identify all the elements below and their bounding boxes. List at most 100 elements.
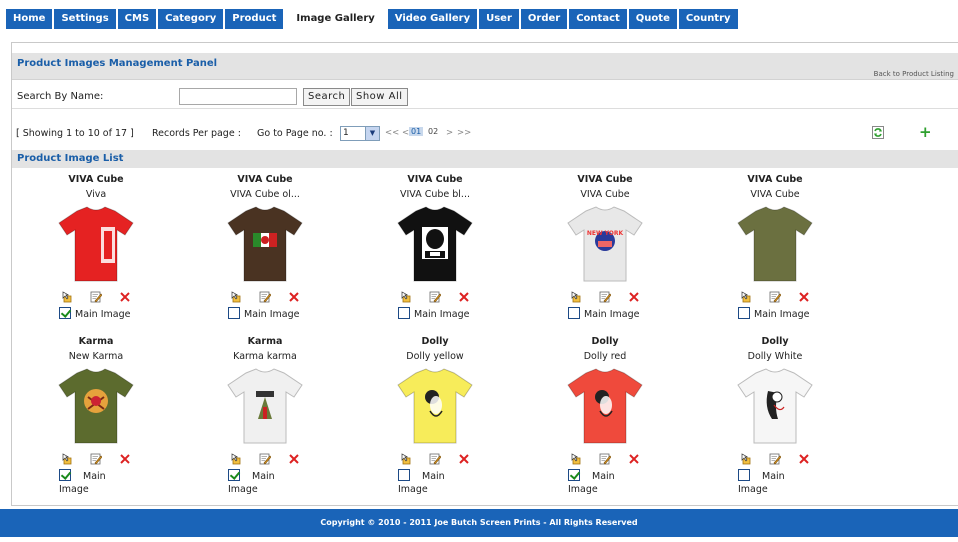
nav-tab-contact[interactable]: Contact — [569, 9, 627, 29]
delete-icon[interactable] — [119, 453, 131, 465]
edit-icon[interactable] — [429, 453, 441, 465]
product-name: Dolly — [591, 336, 619, 347]
move-icon[interactable] — [400, 291, 412, 303]
main-image-row: Main Image — [350, 307, 520, 321]
move-icon[interactable] — [61, 453, 73, 465]
image-caption: Dolly yellow — [406, 351, 464, 362]
tshirt-image[interactable] — [390, 367, 480, 447]
main-image-checkbox[interactable] — [228, 469, 240, 481]
delete-icon[interactable] — [628, 291, 640, 303]
delete-icon[interactable] — [798, 453, 810, 465]
move-icon[interactable] — [740, 291, 752, 303]
nav-tab-quote[interactable]: Quote — [628, 9, 677, 29]
product-image-card: Dolly Dolly yellow Main Image — [350, 335, 520, 495]
main-image-checkbox[interactable] — [738, 469, 750, 481]
nav-tab-cms[interactable]: CMS — [117, 9, 157, 29]
image-caption: VIVA Cube — [750, 189, 800, 200]
main-image-checkbox[interactable] — [738, 307, 750, 319]
image-caption: VIVA Cube — [580, 189, 630, 200]
delete-icon[interactable] — [288, 453, 300, 465]
plus-icon[interactable]: + — [919, 123, 932, 141]
edit-icon[interactable] — [90, 453, 102, 465]
image-caption: Dolly White — [747, 351, 803, 362]
nav-tab-user[interactable]: User — [479, 9, 519, 29]
main-image-checkbox[interactable] — [398, 307, 410, 319]
edit-icon[interactable] — [769, 453, 781, 465]
next-page-link[interactable]: > — [446, 128, 453, 138]
nav-tab-home[interactable]: Home — [6, 9, 53, 29]
move-icon[interactable] — [230, 453, 242, 465]
page-link-02[interactable]: 02 — [426, 127, 440, 136]
nav-tab-product[interactable]: Product — [225, 9, 284, 29]
tshirt-image[interactable] — [51, 367, 141, 447]
move-icon[interactable] — [570, 291, 582, 303]
delete-icon[interactable] — [628, 453, 640, 465]
move-icon[interactable] — [740, 453, 752, 465]
tshirt-image[interactable] — [220, 367, 310, 447]
tshirt-image[interactable] — [560, 367, 650, 447]
delete-icon[interactable] — [119, 291, 131, 303]
product-name: VIVA Cube — [68, 174, 124, 185]
main-image-label: Main Image — [568, 471, 615, 495]
panel-header: Product Images Management Panel Back to … — [12, 53, 958, 80]
main-image-label: Main Image — [59, 471, 106, 495]
main-image-checkbox[interactable] — [228, 307, 240, 319]
search-input[interactable] — [179, 88, 297, 105]
edit-icon[interactable] — [599, 291, 611, 303]
chevron-down-icon[interactable]: ▼ — [365, 127, 379, 140]
search-row: Search By Name: Search Show All — [17, 87, 958, 107]
tshirt-image[interactable] — [51, 205, 141, 285]
back-to-product-listing-link[interactable]: Back to Product Listing — [874, 70, 954, 78]
main-image-checkbox[interactable] — [568, 469, 580, 481]
edit-icon[interactable] — [259, 453, 271, 465]
edit-icon[interactable] — [90, 291, 102, 303]
nav-tab-settings[interactable]: Settings — [54, 9, 116, 29]
product-name: VIVA Cube — [747, 174, 803, 185]
tshirt-image[interactable]: NEW YORK — [560, 205, 650, 285]
image-actions — [11, 453, 181, 465]
move-icon[interactable] — [61, 291, 73, 303]
page-select[interactable]: 1 ▼ — [340, 126, 380, 141]
search-button[interactable]: Search — [303, 88, 351, 106]
tshirt-image[interactable] — [730, 205, 820, 285]
edit-icon[interactable] — [259, 291, 271, 303]
product-image-card: Karma Karma karma Main Image — [180, 335, 350, 495]
tshirt-image[interactable] — [390, 205, 480, 285]
divider — [12, 108, 958, 109]
refresh-icon[interactable] — [872, 126, 884, 139]
main-image-checkbox[interactable] — [59, 307, 71, 319]
goto-page-label: Go to Page no. : — [257, 128, 333, 139]
product-image-card: Karma New Karma Main Image — [11, 335, 181, 495]
nav-tab-video-gallery[interactable]: Video Gallery — [387, 9, 478, 29]
product-image-card: VIVA Cube VIVA Cube Main Image — [690, 173, 860, 321]
nav-tab-country[interactable]: Country — [678, 9, 738, 29]
main-image-checkbox[interactable] — [568, 307, 580, 319]
last-page-link[interactable]: >> — [457, 128, 471, 138]
delete-icon[interactable] — [798, 291, 810, 303]
delete-icon[interactable] — [458, 453, 470, 465]
page-select-value: 1 — [343, 128, 349, 138]
image-caption: Viva — [85, 189, 107, 200]
nav-tab-category[interactable]: Category — [158, 9, 224, 29]
edit-icon[interactable] — [769, 291, 781, 303]
move-icon[interactable] — [400, 453, 412, 465]
first-page-link[interactable]: << — [385, 128, 399, 138]
edit-icon[interactable] — [599, 453, 611, 465]
tshirt-image[interactable] — [730, 367, 820, 447]
tshirt-image[interactable] — [220, 205, 310, 285]
product-image-card: Dolly Dolly red Main Image — [520, 335, 690, 495]
page-link-01[interactable]: 01 — [409, 127, 424, 136]
show-all-button[interactable]: Show All — [351, 88, 408, 106]
delete-icon[interactable] — [288, 291, 300, 303]
move-icon[interactable] — [230, 291, 242, 303]
edit-icon[interactable] — [429, 291, 441, 303]
footer: Copyright © 2010 - 2011 Joe Butch Screen… — [0, 509, 958, 537]
main-image-checkbox[interactable] — [59, 469, 71, 481]
nav-tab-image-gallery[interactable]: Image Gallery — [285, 9, 386, 29]
move-icon[interactable] — [570, 453, 582, 465]
delete-icon[interactable] — [458, 291, 470, 303]
image-actions — [520, 291, 690, 303]
nav-tab-order[interactable]: Order — [520, 9, 568, 29]
main-image-checkbox[interactable] — [398, 469, 410, 481]
image-actions — [520, 453, 690, 465]
